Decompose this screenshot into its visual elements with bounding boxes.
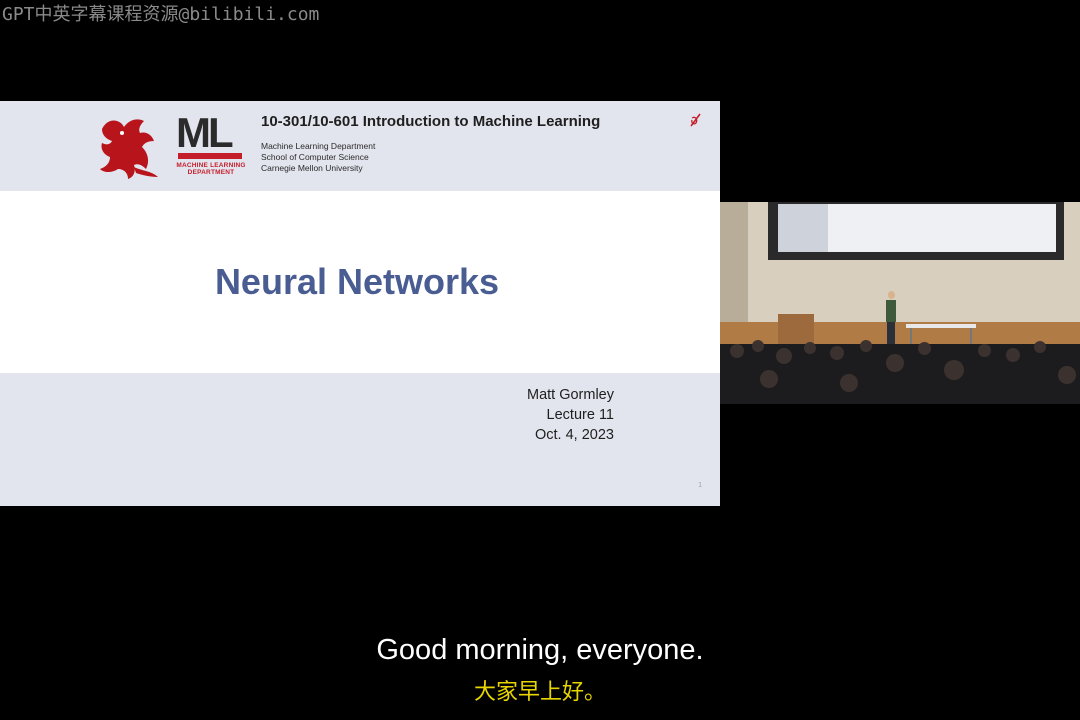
dept-line-1: Machine Learning Department: [261, 141, 376, 151]
department-info: Machine Learning Department School of Co…: [261, 141, 375, 174]
audience-head: [1058, 366, 1076, 384]
audience-head: [860, 340, 872, 352]
audience-head: [918, 342, 931, 355]
audience-head: [776, 348, 792, 364]
cam-projector-shade: [778, 204, 828, 252]
audience-head: [978, 344, 991, 357]
audience-head: [760, 370, 778, 388]
ml-logo-bar: [178, 153, 242, 159]
watermark: GPT中英字幕课程资源@bilibili.com: [2, 4, 320, 25]
ml-logo-sub-line1: MACHINE LEARNING: [176, 162, 246, 169]
lecture-date: Oct. 4, 2023: [535, 427, 614, 443]
slide-number: 1: [698, 482, 702, 489]
cam-lecturer-legs: [887, 322, 895, 344]
ml-logo-sub-line2: DEPARTMENT: [187, 169, 235, 176]
audience-head: [840, 374, 858, 392]
lecture-hall-camera: [720, 202, 1080, 404]
audience-head: [752, 340, 764, 352]
cam-stage: [720, 322, 1080, 344]
ml-logo-subtitle: MACHINE LEARNING DEPARTMENT: [176, 162, 246, 176]
lecture-slide: ML MACHINE LEARNING DEPARTMENT 10-301/10…: [0, 101, 720, 506]
ml-logo-letters: ML: [176, 109, 234, 156]
audience-head: [1034, 341, 1046, 353]
cam-table-leg: [970, 328, 972, 344]
cam-lecturer-head: [888, 291, 895, 299]
audience-head: [830, 346, 844, 360]
slide-title: Neural Networks: [214, 261, 500, 302]
cam-audience: [720, 340, 1080, 404]
ml-department-logo: ML MACHINE LEARNING DEPARTMENT: [176, 109, 246, 177]
audience-head: [730, 344, 744, 358]
author-block: Matt Gormley Lecture 11 Oct. 4, 2023: [527, 385, 614, 445]
dept-line-2: School of Computer Science: [261, 152, 369, 162]
cmu-griffin-icon: [100, 119, 158, 179]
cam-table-leg: [910, 328, 912, 344]
subtitle-english: Good morning, everyone.: [376, 634, 704, 666]
author-name: Matt Gormley: [526, 387, 614, 403]
audience-head: [944, 360, 964, 380]
dept-line-3: Carnegie Mellon University: [261, 163, 363, 173]
audience-head: [804, 342, 816, 354]
pen-annotation-icon: [690, 113, 701, 127]
course-title: 10-301/10-601 Introduction to Machine Le…: [261, 113, 601, 130]
audience-head: [1006, 348, 1020, 362]
lecture-number: Lecture 11: [546, 407, 614, 423]
audience-head: [886, 354, 904, 372]
cam-lecturer-body: [886, 300, 896, 322]
cam-table: [906, 324, 976, 328]
subtitle-chinese: 大家早上好。: [473, 680, 606, 705]
